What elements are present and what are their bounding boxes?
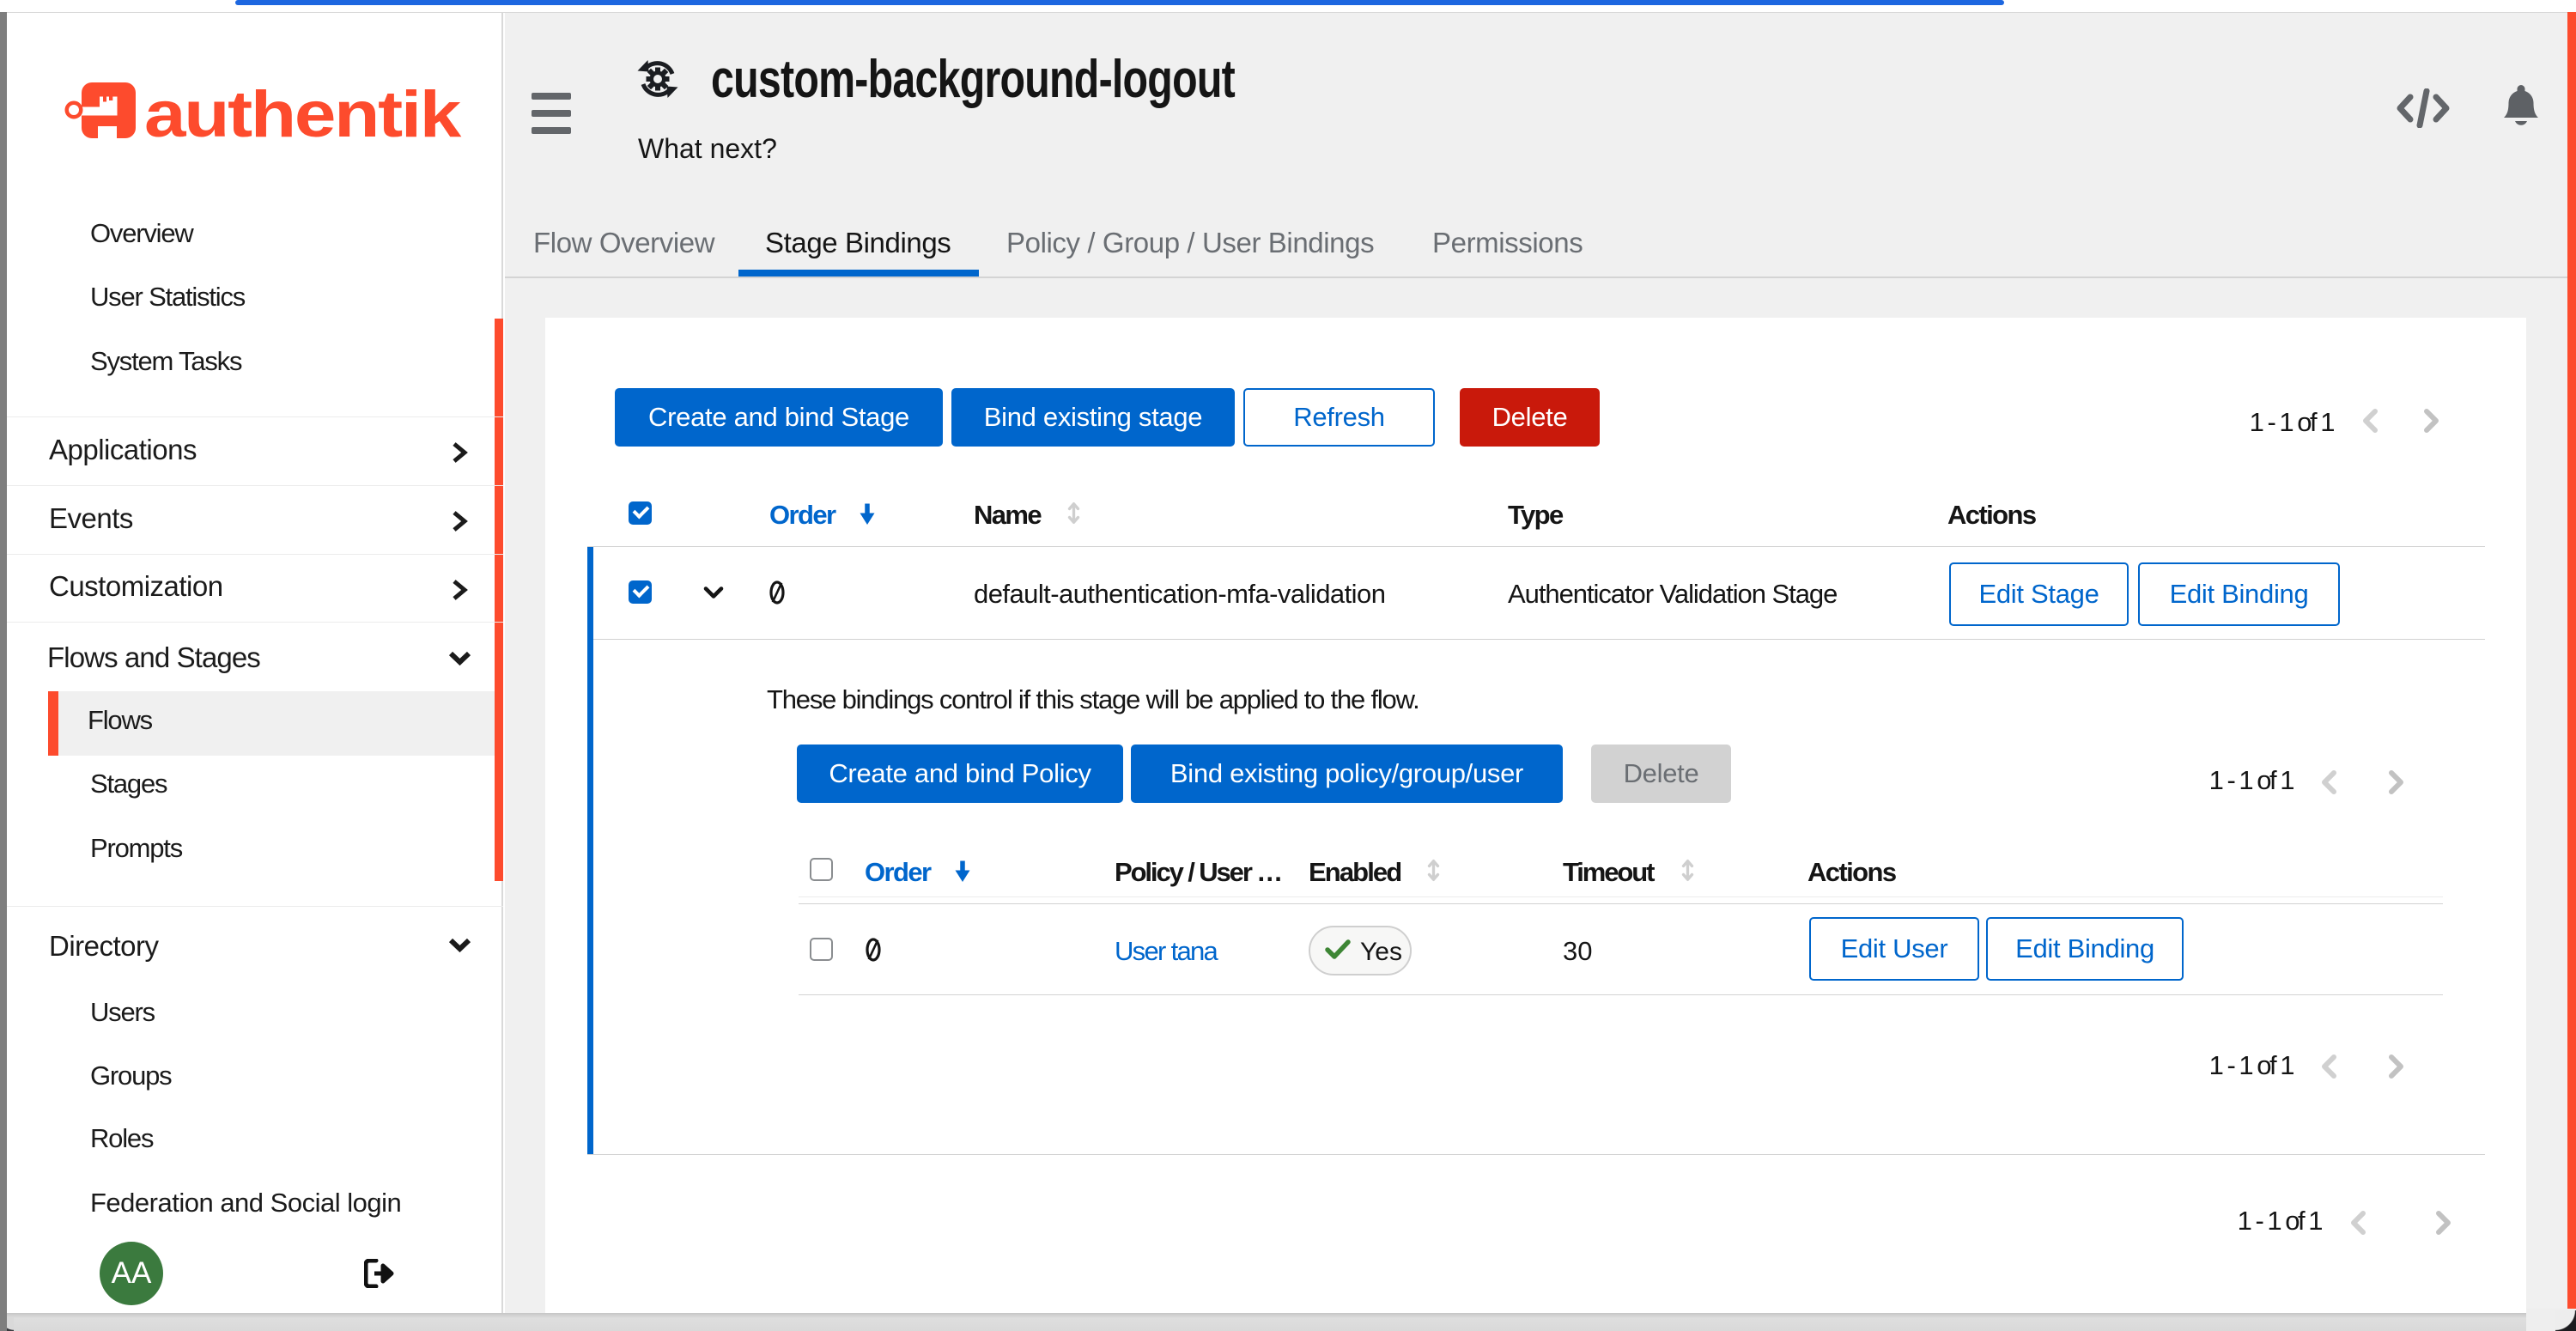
svg-text:authentik: authentik <box>144 78 462 151</box>
